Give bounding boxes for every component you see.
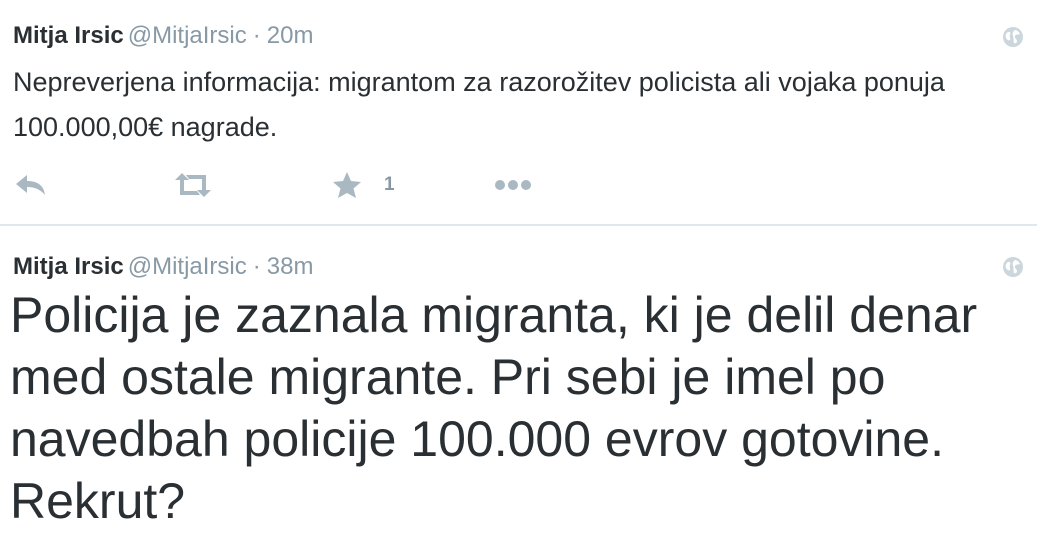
globe-icon bbox=[1002, 26, 1024, 48]
header-separator: · bbox=[252, 253, 261, 280]
header-separator: · bbox=[252, 22, 261, 49]
favorite-count: 1 bbox=[384, 174, 395, 195]
author-handle[interactable]: @MitjaIrsic bbox=[128, 253, 247, 280]
reply-button[interactable] bbox=[14, 168, 48, 202]
more-dots-icon bbox=[495, 180, 531, 190]
retweet-icon bbox=[175, 173, 211, 197]
tweet-timestamp[interactable]: 20m bbox=[267, 22, 314, 49]
retweet-button[interactable] bbox=[173, 168, 213, 202]
tweet-actions: 1 bbox=[0, 168, 600, 202]
author-name[interactable]: Mitja Irsic bbox=[13, 253, 124, 280]
author-handle[interactable]: @MitjaIrsic bbox=[128, 22, 247, 49]
tweet-text: Policija je zaznala migranta, ki je deli… bbox=[10, 287, 978, 529]
tweet-header: Mitja Irsic @MitjaIrsic · 38m bbox=[13, 253, 313, 281]
favorite-star-icon bbox=[333, 172, 361, 198]
tweet[interactable]: Mitja Irsic @MitjaIrsic · 20m Nepreverjena … bbox=[0, 0, 1037, 226]
tweet-text: Nepreverjena informacija: migrantom za r… bbox=[13, 67, 945, 142]
tweet-timestamp[interactable]: 38m bbox=[267, 253, 314, 280]
globe-icon bbox=[1002, 256, 1024, 278]
reply-icon bbox=[16, 175, 45, 195]
more-options-button[interactable] bbox=[494, 168, 532, 202]
tweet-header: Mitja Irsic @MitjaIrsic · 20m bbox=[13, 22, 313, 50]
author-name[interactable]: Mitja Irsic bbox=[13, 22, 124, 49]
favorite-button[interactable]: 1 bbox=[332, 168, 395, 202]
tweet[interactable]: Mitja Irsic @MitjaIrsic · 38m Policija je z… bbox=[0, 227, 1037, 551]
